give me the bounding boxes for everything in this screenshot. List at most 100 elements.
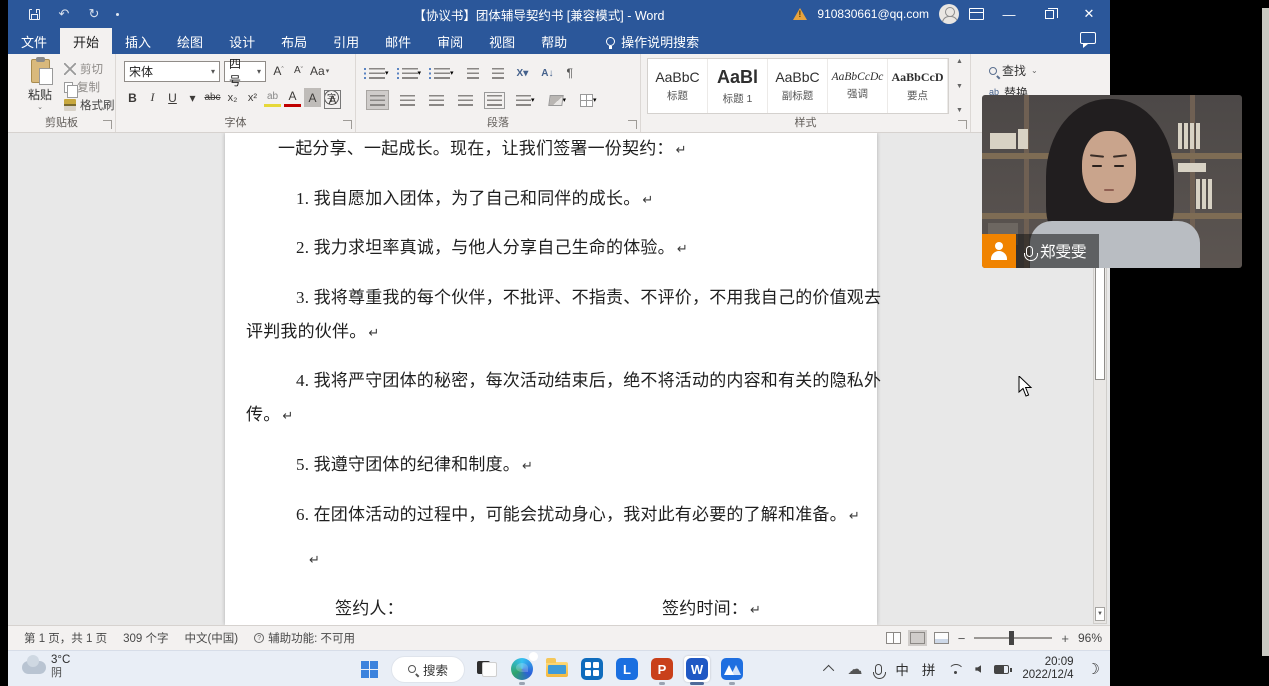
store-button[interactable]	[579, 656, 605, 682]
tab-draw[interactable]: 绘图	[164, 28, 216, 54]
line-spacing-button[interactable]: ▾	[513, 90, 538, 110]
styles-dialog-launcher[interactable]	[958, 120, 967, 129]
justify-button[interactable]	[455, 90, 476, 110]
edge-button[interactable]	[509, 656, 535, 682]
tray-expand-icon[interactable]	[823, 665, 834, 676]
task-view-button[interactable]	[474, 656, 500, 682]
powerpoint-button[interactable]: P	[649, 656, 675, 682]
shrink-font-button[interactable]: Aˇ	[290, 61, 307, 80]
language-indicator[interactable]: 中文(中国)	[184, 630, 238, 646]
scrollbar-down-icon[interactable]: ▼	[1095, 607, 1105, 621]
file-explorer-button[interactable]	[544, 656, 570, 682]
tab-help[interactable]: 帮助	[528, 28, 580, 54]
cut-button[interactable]: 剪切	[64, 60, 115, 78]
zoom-out-button[interactable]: −	[958, 631, 966, 646]
grow-font-button[interactable]: Aˆ	[270, 61, 287, 80]
numbering-button[interactable]: ▾	[399, 63, 425, 83]
meeting-panel-edge[interactable]	[1262, 8, 1269, 656]
start-button[interactable]	[356, 656, 382, 682]
tab-file[interactable]: 文件	[8, 28, 60, 54]
highlight-button[interactable]: ab	[264, 88, 281, 107]
app-l-button[interactable]: L	[614, 656, 640, 682]
sort-button[interactable]: A↓	[538, 63, 556, 83]
zoom-slider-thumb[interactable]	[1009, 631, 1014, 645]
style-item-emphasis[interactable]: AaBbCcDc 强调	[828, 59, 888, 113]
underline-caret[interactable]: ▾	[184, 88, 201, 107]
char-border-button[interactable]: A	[324, 90, 341, 109]
font-size-combo[interactable]: 四号▾	[224, 61, 266, 82]
zoom-percentage[interactable]: 96%	[1078, 631, 1102, 645]
tray-mic-icon[interactable]	[875, 664, 882, 675]
find-button[interactable]: 查找 ⌄	[989, 62, 1038, 79]
change-case-button[interactable]: Aa▾	[310, 61, 329, 80]
tab-review[interactable]: 审阅	[424, 28, 476, 54]
page-indicator[interactable]: 第 1 页，共 1 页	[24, 630, 107, 646]
increase-indent-button[interactable]	[489, 63, 507, 83]
underline-button[interactable]: U	[164, 88, 181, 107]
minimize-button[interactable]: —	[994, 0, 1024, 28]
taskbar-clock[interactable]: 20:09 2022/12/4	[1022, 656, 1073, 682]
subscript-button[interactable]: x₂	[224, 88, 241, 107]
close-button[interactable]: ✕	[1074, 0, 1104, 28]
format-painter-button[interactable]: 格式刷	[64, 96, 115, 114]
asian-layout-button[interactable]: X▾	[514, 63, 532, 83]
show-marks-button[interactable]: ¶	[563, 63, 575, 83]
tab-design[interactable]: 设计	[216, 28, 268, 54]
tab-layout[interactable]: 布局	[268, 28, 320, 54]
account-avatar[interactable]	[939, 4, 959, 24]
night-mode-icon[interactable]: ☽	[1087, 660, 1100, 678]
align-right-button[interactable]	[426, 90, 447, 110]
decrease-indent-button[interactable]	[464, 63, 482, 83]
comments-icon[interactable]	[1080, 32, 1096, 44]
tab-view[interactable]: 视图	[476, 28, 528, 54]
strikethrough-button[interactable]: abc	[204, 88, 221, 107]
tab-insert[interactable]: 插入	[112, 28, 164, 54]
ime-pinyin[interactable]: 拼	[922, 659, 936, 679]
battery-icon[interactable]	[994, 665, 1009, 674]
shading-button[interactable]: ▾	[546, 90, 570, 110]
font-name-combo[interactable]: 宋体▾	[124, 61, 220, 82]
font-color-button[interactable]: A	[284, 88, 301, 107]
tab-mailings[interactable]: 邮件	[372, 28, 424, 54]
accessibility-status[interactable]: ? 辅助功能: 不可用	[254, 630, 355, 646]
account-email[interactable]: 910830661@qq.com	[817, 7, 929, 21]
tell-me-search[interactable]: 操作说明搜索	[594, 28, 711, 54]
volume-icon[interactable]	[975, 665, 981, 673]
bullets-button[interactable]: ▾	[366, 63, 392, 83]
multilevel-list-button[interactable]: ▾	[431, 63, 457, 83]
warning-icon[interactable]	[793, 8, 807, 20]
webcam-overlay[interactable]: 郑雯雯	[982, 95, 1242, 268]
copy-button[interactable]: 复制	[64, 78, 115, 96]
font-dialog-launcher[interactable]	[343, 120, 352, 129]
style-item-subtitle[interactable]: AaBbC 副标题	[768, 59, 828, 113]
zoom-slider[interactable]	[974, 637, 1052, 639]
styles-scroll-down-icon[interactable]: ▼	[956, 83, 963, 90]
save-icon[interactable]	[26, 6, 42, 22]
paste-button[interactable]: 粘贴 ⌄	[20, 59, 60, 113]
paragraph-dialog-launcher[interactable]	[628, 120, 637, 129]
align-center-button[interactable]	[397, 90, 418, 110]
restore-button[interactable]	[1034, 0, 1064, 28]
onedrive-cloud-icon[interactable]: ☁	[847, 662, 862, 677]
customize-qat-icon[interactable]	[116, 13, 119, 16]
redo-icon[interactable]: ↻	[86, 6, 102, 22]
align-left-button[interactable]	[366, 90, 389, 110]
word-button[interactable]: W	[684, 656, 710, 682]
weather-widget[interactable]: 3°C 阴	[22, 654, 70, 680]
taskbar-search[interactable]: 搜索	[391, 656, 465, 683]
char-shading-button[interactable]: A	[304, 88, 321, 107]
superscript-button[interactable]: x²	[244, 88, 261, 107]
web-layout-button[interactable]	[934, 632, 949, 644]
undo-icon[interactable]: ↶	[56, 6, 72, 22]
word-count[interactable]: 309 个字	[123, 630, 168, 646]
ribbon-display-options-icon[interactable]	[969, 8, 984, 20]
read-mode-button[interactable]	[886, 632, 901, 644]
style-item-strong[interactable]: AaBbCcD 要点	[888, 59, 948, 113]
style-item-title[interactable]: AaBbC 标题	[648, 59, 708, 113]
distribute-button[interactable]	[484, 90, 505, 110]
document-page[interactable]: 一起分享、一起成长。现在，让我们签署一份契约：↵ 1. 我自愿加入团体，为了自己…	[225, 133, 877, 625]
zoom-in-button[interactable]: +	[1061, 631, 1069, 646]
italic-button[interactable]: I	[144, 88, 161, 107]
borders-button[interactable]: ▾	[577, 90, 600, 110]
tab-references[interactable]: 引用	[320, 28, 372, 54]
